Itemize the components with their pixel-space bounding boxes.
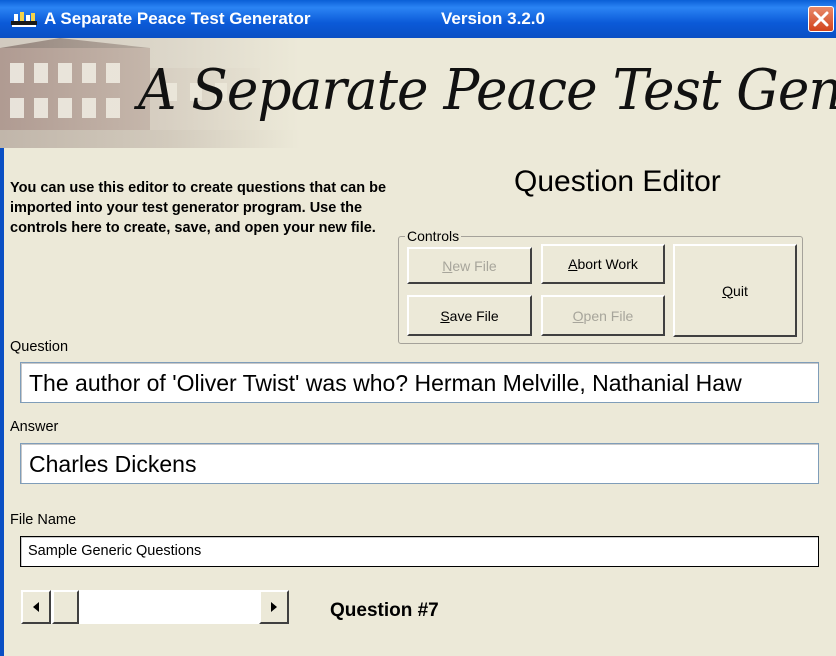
scroll-thumb[interactable] xyxy=(52,590,79,624)
banner: A Separate Peace Test Generator xyxy=(0,38,836,148)
question-input[interactable]: The author of 'Oliver Twist' was who? He… xyxy=(20,362,819,403)
quit-button[interactable]: Quit xyxy=(673,244,797,337)
question-label: Question xyxy=(10,339,69,355)
abort-work-button[interactable]: Abort Work xyxy=(541,244,665,284)
window-title: A Separate Peace Test Generator xyxy=(44,9,311,28)
page-title: Question Editor xyxy=(514,165,721,198)
file-name-label: File Name xyxy=(10,512,77,528)
title-bar[interactable]: A Separate Peace Test Generator Version … xyxy=(0,0,836,38)
close-icon xyxy=(813,11,829,27)
save-file-button[interactable]: Save File xyxy=(407,295,532,336)
answer-label: Answer xyxy=(10,419,59,435)
controls-legend: Controls xyxy=(405,228,462,244)
close-button[interactable] xyxy=(808,6,834,32)
version-label: Version 3.2.0 xyxy=(441,9,545,28)
arrow-left-icon xyxy=(33,602,39,612)
books-icon[interactable] xyxy=(10,9,38,29)
arrow-right-icon xyxy=(271,602,277,612)
question-scrollbar[interactable] xyxy=(20,589,290,625)
new-file-button[interactable]: New File xyxy=(407,247,532,284)
answer-input[interactable]: Charles Dickens xyxy=(20,443,819,484)
file-name-input[interactable]: Sample Generic Questions xyxy=(20,536,819,567)
scroll-left-button[interactable] xyxy=(21,590,51,624)
open-file-button[interactable]: Open File xyxy=(541,295,665,336)
scroll-right-button[interactable] xyxy=(259,590,289,624)
question-number-label: Question #7 xyxy=(330,600,439,621)
intro-text: You can use this editor to create questi… xyxy=(10,180,387,236)
banner-title: A Separate Peace Test Generator xyxy=(138,58,836,123)
